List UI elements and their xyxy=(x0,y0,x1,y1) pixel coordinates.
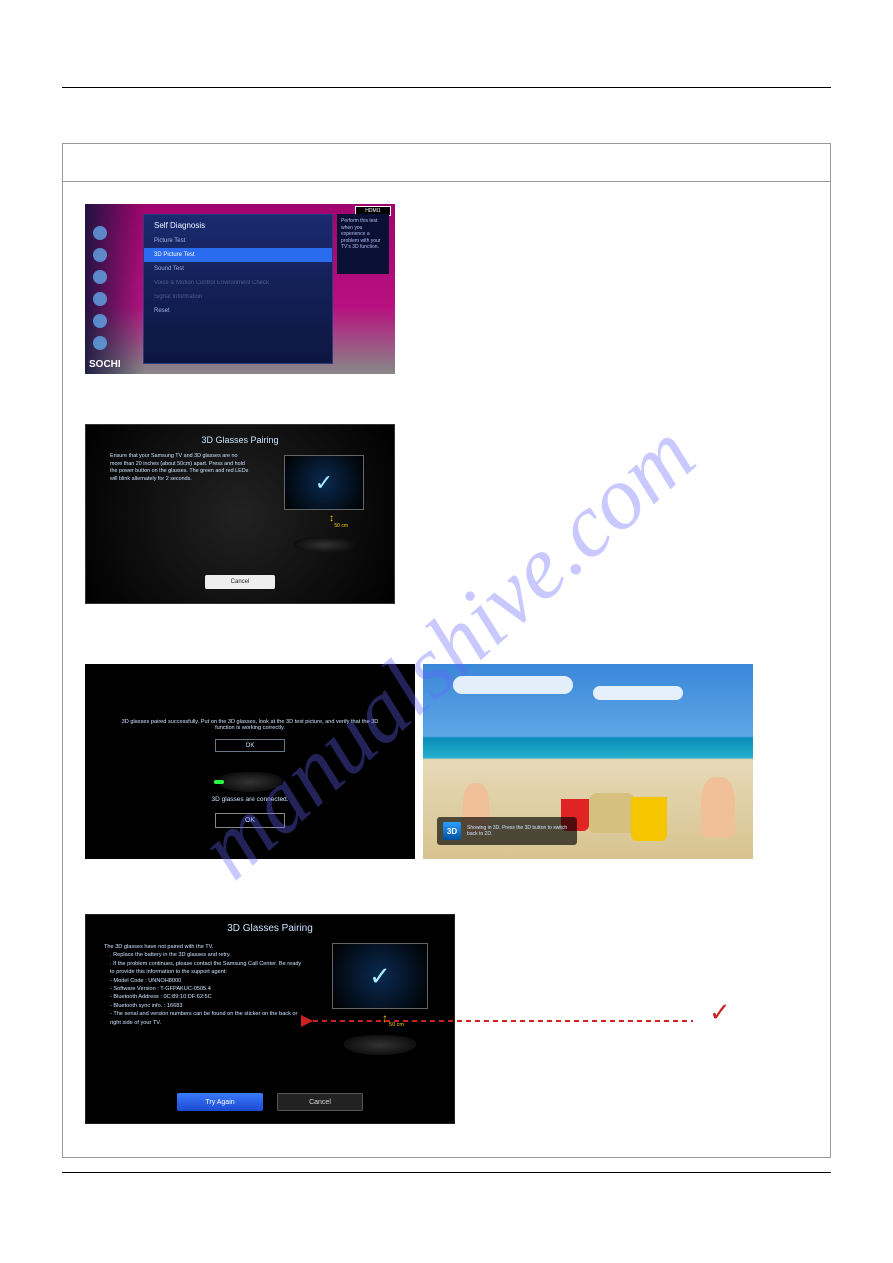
bucket-graphic xyxy=(631,797,667,841)
success-message: 3D glasses paired successfully. Put on t… xyxy=(85,664,415,731)
error-body: The 3D glasses have not paired with the … xyxy=(104,943,304,1027)
distance-label: 50 cm xyxy=(389,1022,404,1028)
content-box: manualshive.com HDMI1 Self Diagnosis Pic… xyxy=(62,143,831,1158)
tv-graphic: ✓ xyxy=(284,455,364,510)
sandcastle-graphic xyxy=(589,793,635,833)
info-line: - The serial and version numbers can be … xyxy=(110,1010,304,1027)
glasses-graphic xyxy=(344,1035,416,1055)
screenshot-glasses-connected: 3D glasses paired successfully. Put on t… xyxy=(85,664,415,859)
info-line: - Software Version : T-GFPAKUC-0505.4 xyxy=(110,985,304,993)
screenshot-pairing-failed: 3D Glasses Pairing The 3D glasses have n… xyxy=(85,914,455,1124)
try-again-button[interactable]: Try Again xyxy=(177,1093,263,1111)
table-header-strip xyxy=(63,144,830,182)
menu-item[interactable]: Sound Test xyxy=(144,262,332,276)
info-line: - Model Code : UNNOH8000 xyxy=(110,977,304,985)
child-graphic xyxy=(701,777,735,837)
led-indicator-icon xyxy=(214,780,224,784)
menu-item[interactable]: Reset xyxy=(144,304,332,318)
cancel-button[interactable]: Cancel xyxy=(205,575,275,589)
menu-item[interactable]: Picture Test xyxy=(144,234,332,248)
distance-label: 50 cm xyxy=(334,523,348,529)
info-line-bluetooth: - Bluetooth Address : 0C:89:10:DF:62:5C xyxy=(110,993,304,1001)
glasses-graphic xyxy=(294,537,354,553)
page-frame: manualshive.com HDMI1 Self Diagnosis Pic… xyxy=(62,62,831,1201)
menu-item-disabled: Voice & Motion Control Environment Check xyxy=(144,276,332,290)
distance-arrow-icon: ↕ xyxy=(382,1011,388,1025)
menu-item-disabled: Signal Information xyxy=(144,290,332,304)
check-icon: ✓ xyxy=(315,470,333,496)
banner-text: Showing in 3D. Press the 3D button to sw… xyxy=(467,825,571,838)
panel-title: Self Diagnosis xyxy=(144,215,332,234)
ok-button[interactable]: OK xyxy=(215,813,285,828)
bullet: . If the problem continues, please conta… xyxy=(110,960,304,977)
status-text: 3D glasses are connected. xyxy=(85,796,415,803)
screenshot-3d-beach: 3D Showing in 3D. Press the 3D button to… xyxy=(423,664,753,859)
3d-icon: 3D xyxy=(443,822,461,840)
tv-graphic: ✓ xyxy=(332,943,428,1009)
glasses-graphic xyxy=(218,772,282,792)
cancel-button[interactable]: Cancel xyxy=(277,1093,363,1111)
button-row: Try Again Cancel xyxy=(177,1093,363,1111)
self-diagnosis-panel: Self Diagnosis Picture Test 3D Picture T… xyxy=(143,214,333,364)
annotation-check-icon: ✓ xyxy=(709,997,731,1028)
annotation-arrow xyxy=(463,1006,703,1036)
help-text: Perform this test when you experience a … xyxy=(337,214,389,274)
instruction-text: Ensure that your Samsung TV and 3D glass… xyxy=(110,453,250,483)
dialog-title: 3D Glasses Pairing xyxy=(86,915,454,934)
background-logo: SOCHI xyxy=(89,359,121,370)
sidebar-icon-column xyxy=(93,218,107,358)
menu-item-selected[interactable]: 3D Picture Test xyxy=(144,248,332,262)
distance-arrow-icon: ↕ xyxy=(329,513,334,524)
error-intro: The 3D glasses have not paired with the … xyxy=(104,943,304,951)
dialog-title: 3D Glasses Pairing xyxy=(86,425,394,445)
divider-bottom xyxy=(62,1172,831,1173)
osd-banner: 3D Showing in 3D. Press the 3D button to… xyxy=(437,817,577,845)
check-icon: ✓ xyxy=(369,961,391,992)
bullet: . Replace the battery in the 3D glasses … xyxy=(110,951,304,959)
info-line: - Bluetooth sync info. : 16683 xyxy=(110,1002,304,1010)
divider-top xyxy=(62,87,831,88)
ok-button[interactable]: OK xyxy=(215,739,285,752)
screenshot-pairing-wait: 3D Glasses Pairing Ensure that your Sams… xyxy=(85,424,395,604)
screenshot-self-diagnosis: HDMI1 Self Diagnosis Picture Test 3D Pic… xyxy=(85,204,395,374)
